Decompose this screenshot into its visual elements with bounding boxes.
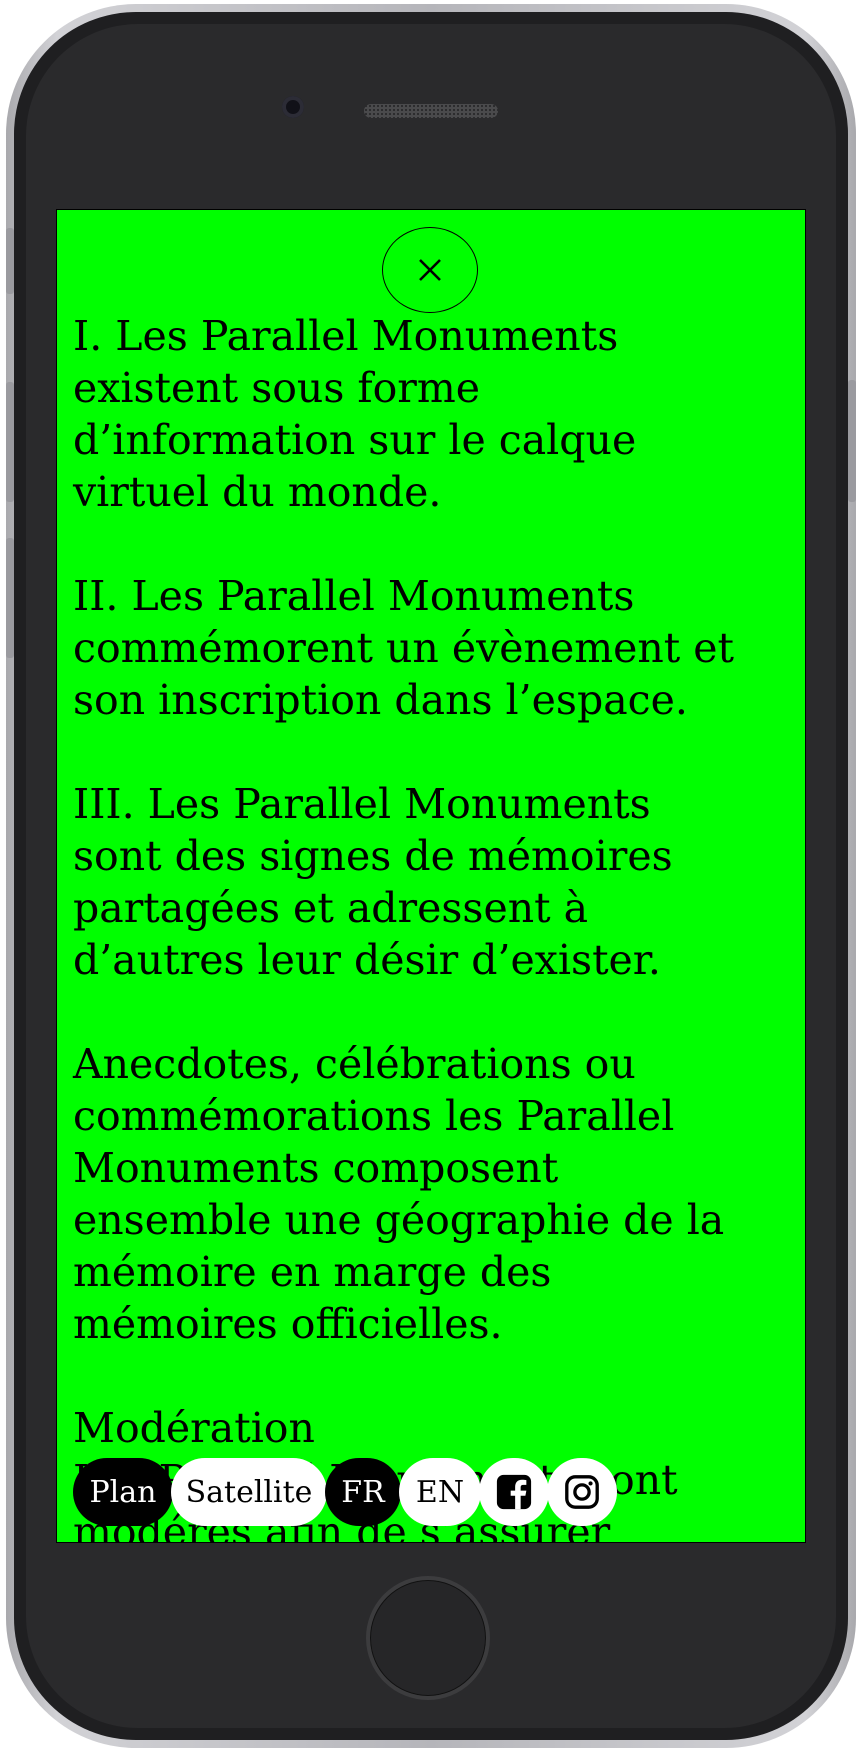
instagram-icon <box>565 1475 599 1509</box>
front-camera <box>282 96 304 118</box>
close-icon <box>419 259 441 281</box>
paragraph-3: III. Les Parallel Monuments sont des sig… <box>73 780 673 984</box>
instagram-link[interactable] <box>547 1458 617 1526</box>
close-button[interactable] <box>382 227 478 313</box>
volume-up-button <box>6 382 14 502</box>
power-button <box>848 380 856 502</box>
screen: I. Les Parallel Monuments existent sous … <box>56 209 806 1543</box>
language-en-button[interactable]: EN <box>399 1458 481 1526</box>
paragraph-1: I. Les Parallel Monuments existent sous … <box>73 312 637 516</box>
manifesto-text: I. Les Parallel Monuments existent sous … <box>73 310 791 1542</box>
home-button[interactable] <box>366 1576 490 1700</box>
earpiece-speaker <box>364 104 498 118</box>
facebook-icon <box>496 1474 532 1510</box>
plan-view-button[interactable]: Plan <box>73 1458 173 1526</box>
paragraph-2: II. Les Parallel Monuments commémorent u… <box>73 572 735 724</box>
bottom-toolbar: Plan Satellite FR EN <box>73 1457 617 1527</box>
facebook-link[interactable] <box>479 1458 549 1526</box>
volume-down-button <box>6 538 14 658</box>
language-fr-button[interactable]: FR <box>325 1458 401 1526</box>
paragraph-4: Anecdotes, célébrations ou commémoration… <box>73 1040 725 1348</box>
satellite-view-button[interactable]: Satellite <box>171 1458 327 1526</box>
mute-switch <box>6 228 14 294</box>
